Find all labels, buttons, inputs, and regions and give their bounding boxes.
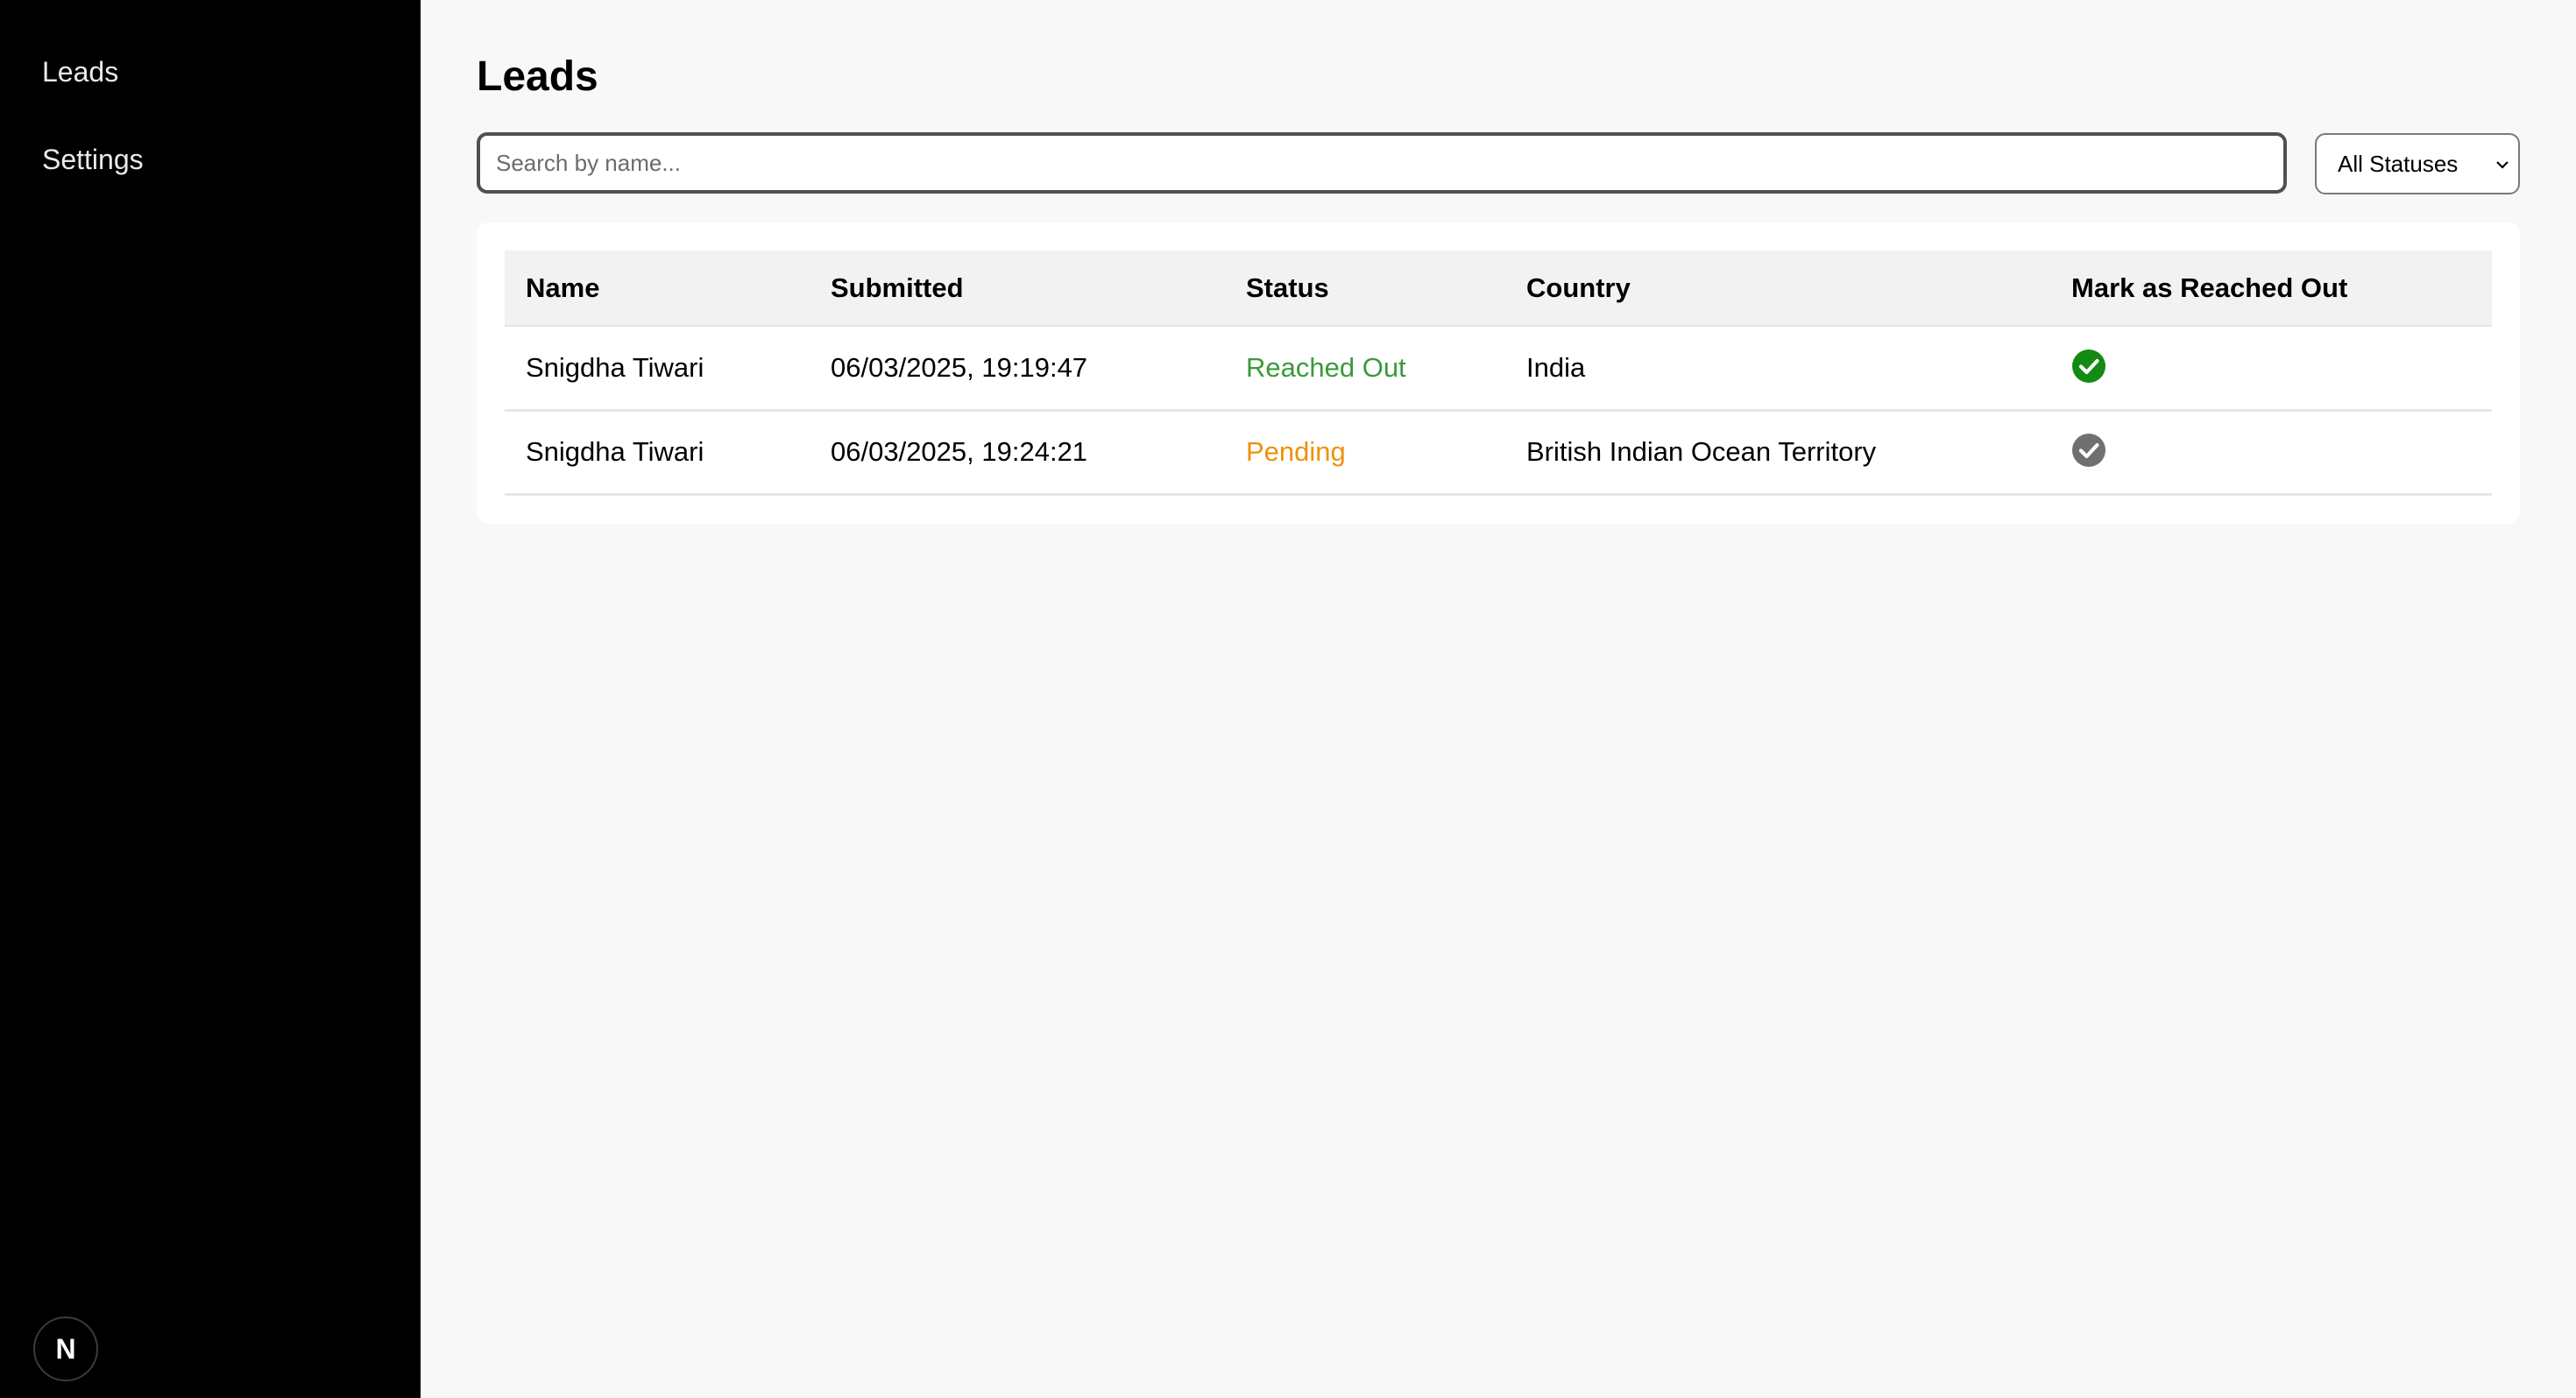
column-header-status: Status: [1225, 251, 1505, 327]
cell-country: India: [1505, 326, 2050, 412]
logo-letter: N: [55, 1333, 76, 1365]
column-header-submitted: Submitted: [810, 251, 1225, 327]
cell-country: British Indian Ocean Territory: [1505, 410, 2050, 496]
cell-name: Snigdha Tiwari: [505, 326, 810, 412]
cell-status: Pending: [1225, 410, 1505, 496]
sidebar: Leads Settings N: [0, 0, 421, 1398]
status-filter-select[interactable]: All Statuses: [2315, 133, 2520, 194]
table-header-row: Name Submitted Status Country Mark as Re…: [505, 251, 2492, 327]
app-root: Leads Settings N Leads All Statuses Name…: [0, 0, 2576, 1398]
leads-table: Name Submitted Status Country Mark as Re…: [505, 251, 2492, 496]
search-input[interactable]: [477, 132, 2287, 194]
cell-name: Snigdha Tiwari: [505, 410, 810, 496]
check-circle-icon[interactable]: [2071, 433, 2106, 468]
check-circle-filled-icon[interactable]: [2071, 349, 2106, 384]
chevron-down-icon: [2496, 161, 2509, 169]
column-header-mark-reached: Mark as Reached Out: [2050, 251, 2492, 327]
cell-mark-reached: [2050, 326, 2492, 412]
column-header-country: Country: [1505, 251, 2050, 327]
main-content: Leads All Statuses Name Submitted Status…: [477, 0, 2520, 1398]
nextjs-logo-badge[interactable]: N: [33, 1317, 98, 1381]
table-row: Snigdha Tiwari 06/03/2025, 19:19:47 Reac…: [505, 326, 2492, 412]
sidebar-item-settings[interactable]: Settings: [42, 145, 144, 173]
cell-status: Reached Out: [1225, 326, 1505, 412]
leads-table-card: Name Submitted Status Country Mark as Re…: [477, 222, 2520, 524]
page-title: Leads: [477, 53, 598, 100]
cell-mark-reached: [2050, 410, 2492, 496]
sidebar-item-leads[interactable]: Leads: [42, 58, 118, 86]
cell-submitted: 06/03/2025, 19:24:21: [810, 410, 1225, 496]
cell-submitted: 06/03/2025, 19:19:47: [810, 326, 1225, 412]
table-row: Snigdha Tiwari 06/03/2025, 19:24:21 Pend…: [505, 410, 2492, 496]
status-filter-value: All Statuses: [2338, 151, 2459, 177]
column-header-name: Name: [505, 251, 810, 327]
